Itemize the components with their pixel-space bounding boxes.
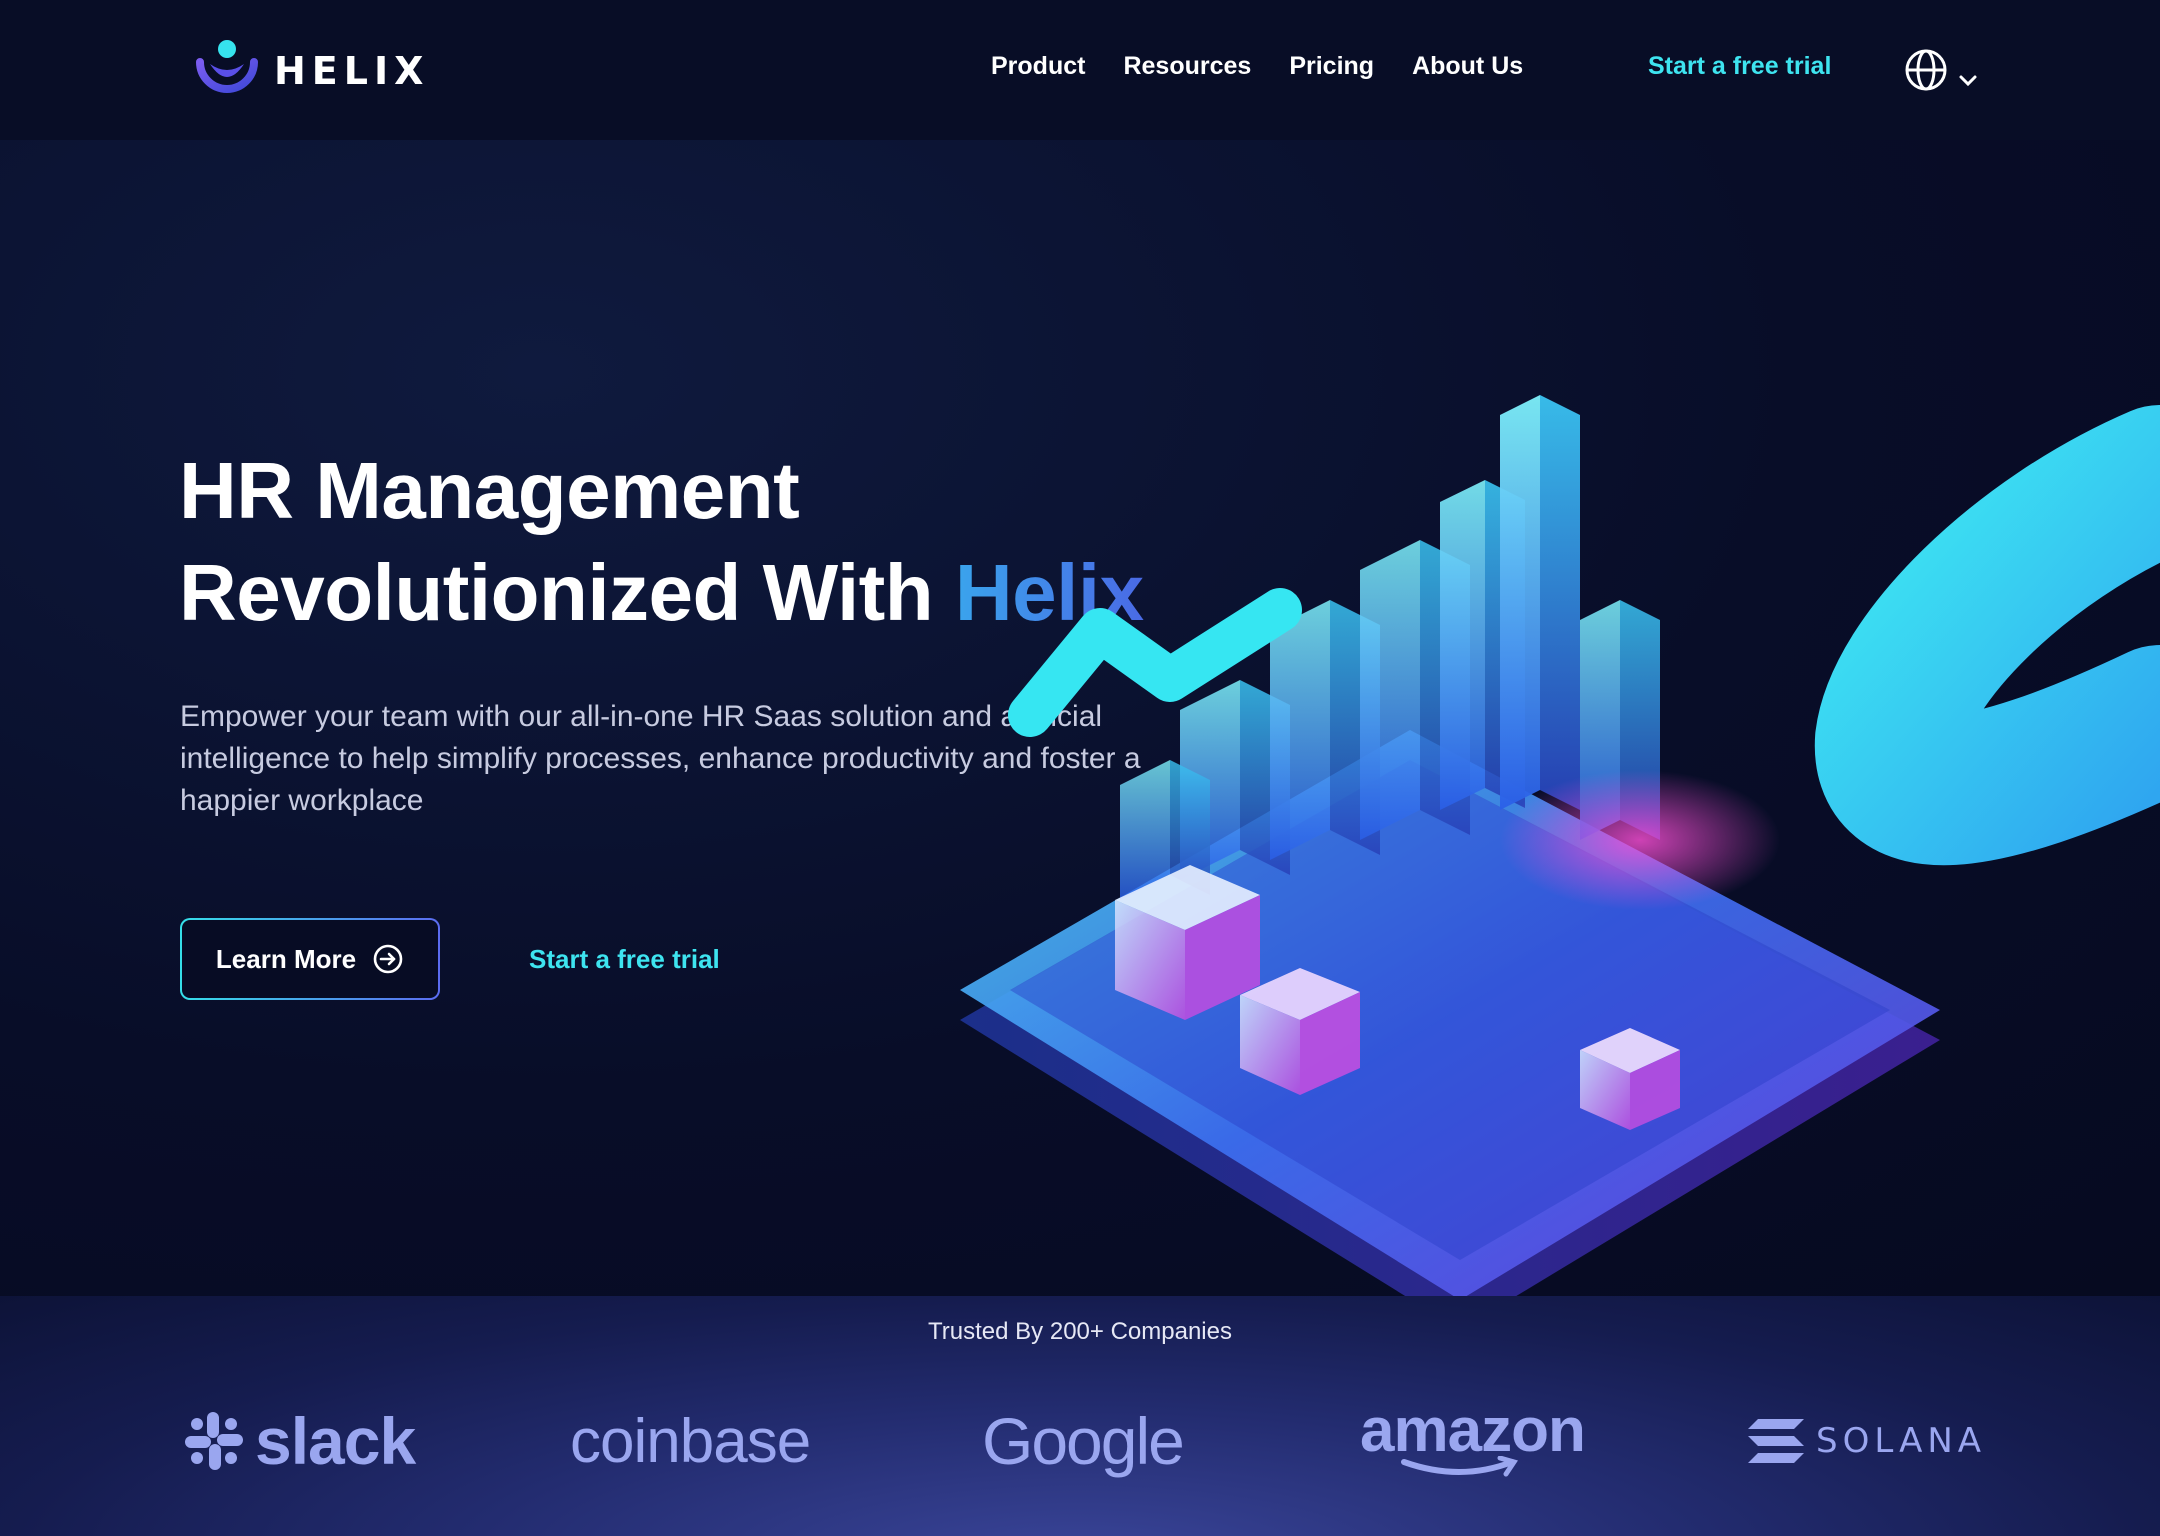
- nav-start-trial-link[interactable]: Start a free trial: [1648, 52, 1831, 81]
- company-logo-coinbase: coinbase: [570, 1396, 811, 1486]
- hero-section: HR Management Revolutionized With Helix …: [0, 140, 2160, 1296]
- company-name-coinbase: coinbase: [570, 1406, 811, 1476]
- helix-logo-icon: [196, 40, 258, 93]
- nav-resources[interactable]: Resources: [1123, 52, 1251, 81]
- hero-title-line2: Revolutionized With: [179, 548, 955, 637]
- logo-text: HELIX: [274, 49, 430, 93]
- arrow-right-circle-icon: [373, 944, 403, 974]
- solana-icon: [1748, 1419, 1804, 1463]
- trusted-section: Trusted By 200+ Companies slack coinbase…: [0, 1296, 2160, 1536]
- hero-illustration: [960, 395, 2160, 1296]
- nav-product[interactable]: Product: [991, 52, 1085, 81]
- learn-more-button[interactable]: Learn More: [180, 918, 440, 1000]
- company-name-google: Google: [982, 1404, 1185, 1478]
- company-logo-amazon: amazon: [1360, 1396, 1586, 1486]
- company-logo-google: Google: [982, 1396, 1185, 1486]
- top-nav: HELIX Product Resources Pricing About Us…: [0, 0, 2160, 140]
- nav-links: Product Resources Pricing About Us: [991, 52, 1561, 81]
- hero-start-trial-link[interactable]: Start a free trial: [529, 944, 720, 975]
- globe-icon: [1905, 49, 1947, 91]
- company-logo-solana: SOLANA: [1748, 1396, 1986, 1486]
- logo[interactable]: HELIX: [192, 38, 429, 104]
- learn-more-label: Learn More: [215, 943, 357, 974]
- hero-title-line1: HR Management: [179, 446, 800, 535]
- nav-pricing[interactable]: Pricing: [1289, 52, 1374, 81]
- company-name-solana: SOLANA: [1816, 1421, 1987, 1461]
- company-logo-slack: slack: [183, 1396, 416, 1486]
- nav-about-us[interactable]: About Us: [1412, 52, 1523, 81]
- trusted-label: Trusted By 200+ Companies: [928, 1318, 1232, 1345]
- company-name-slack: slack: [255, 1404, 416, 1478]
- slack-icon: [185, 1412, 243, 1470]
- amazon-smile-icon: [1401, 1456, 1518, 1477]
- chevron-down-icon: [1959, 75, 1977, 87]
- language-selector[interactable]: [1904, 48, 1984, 96]
